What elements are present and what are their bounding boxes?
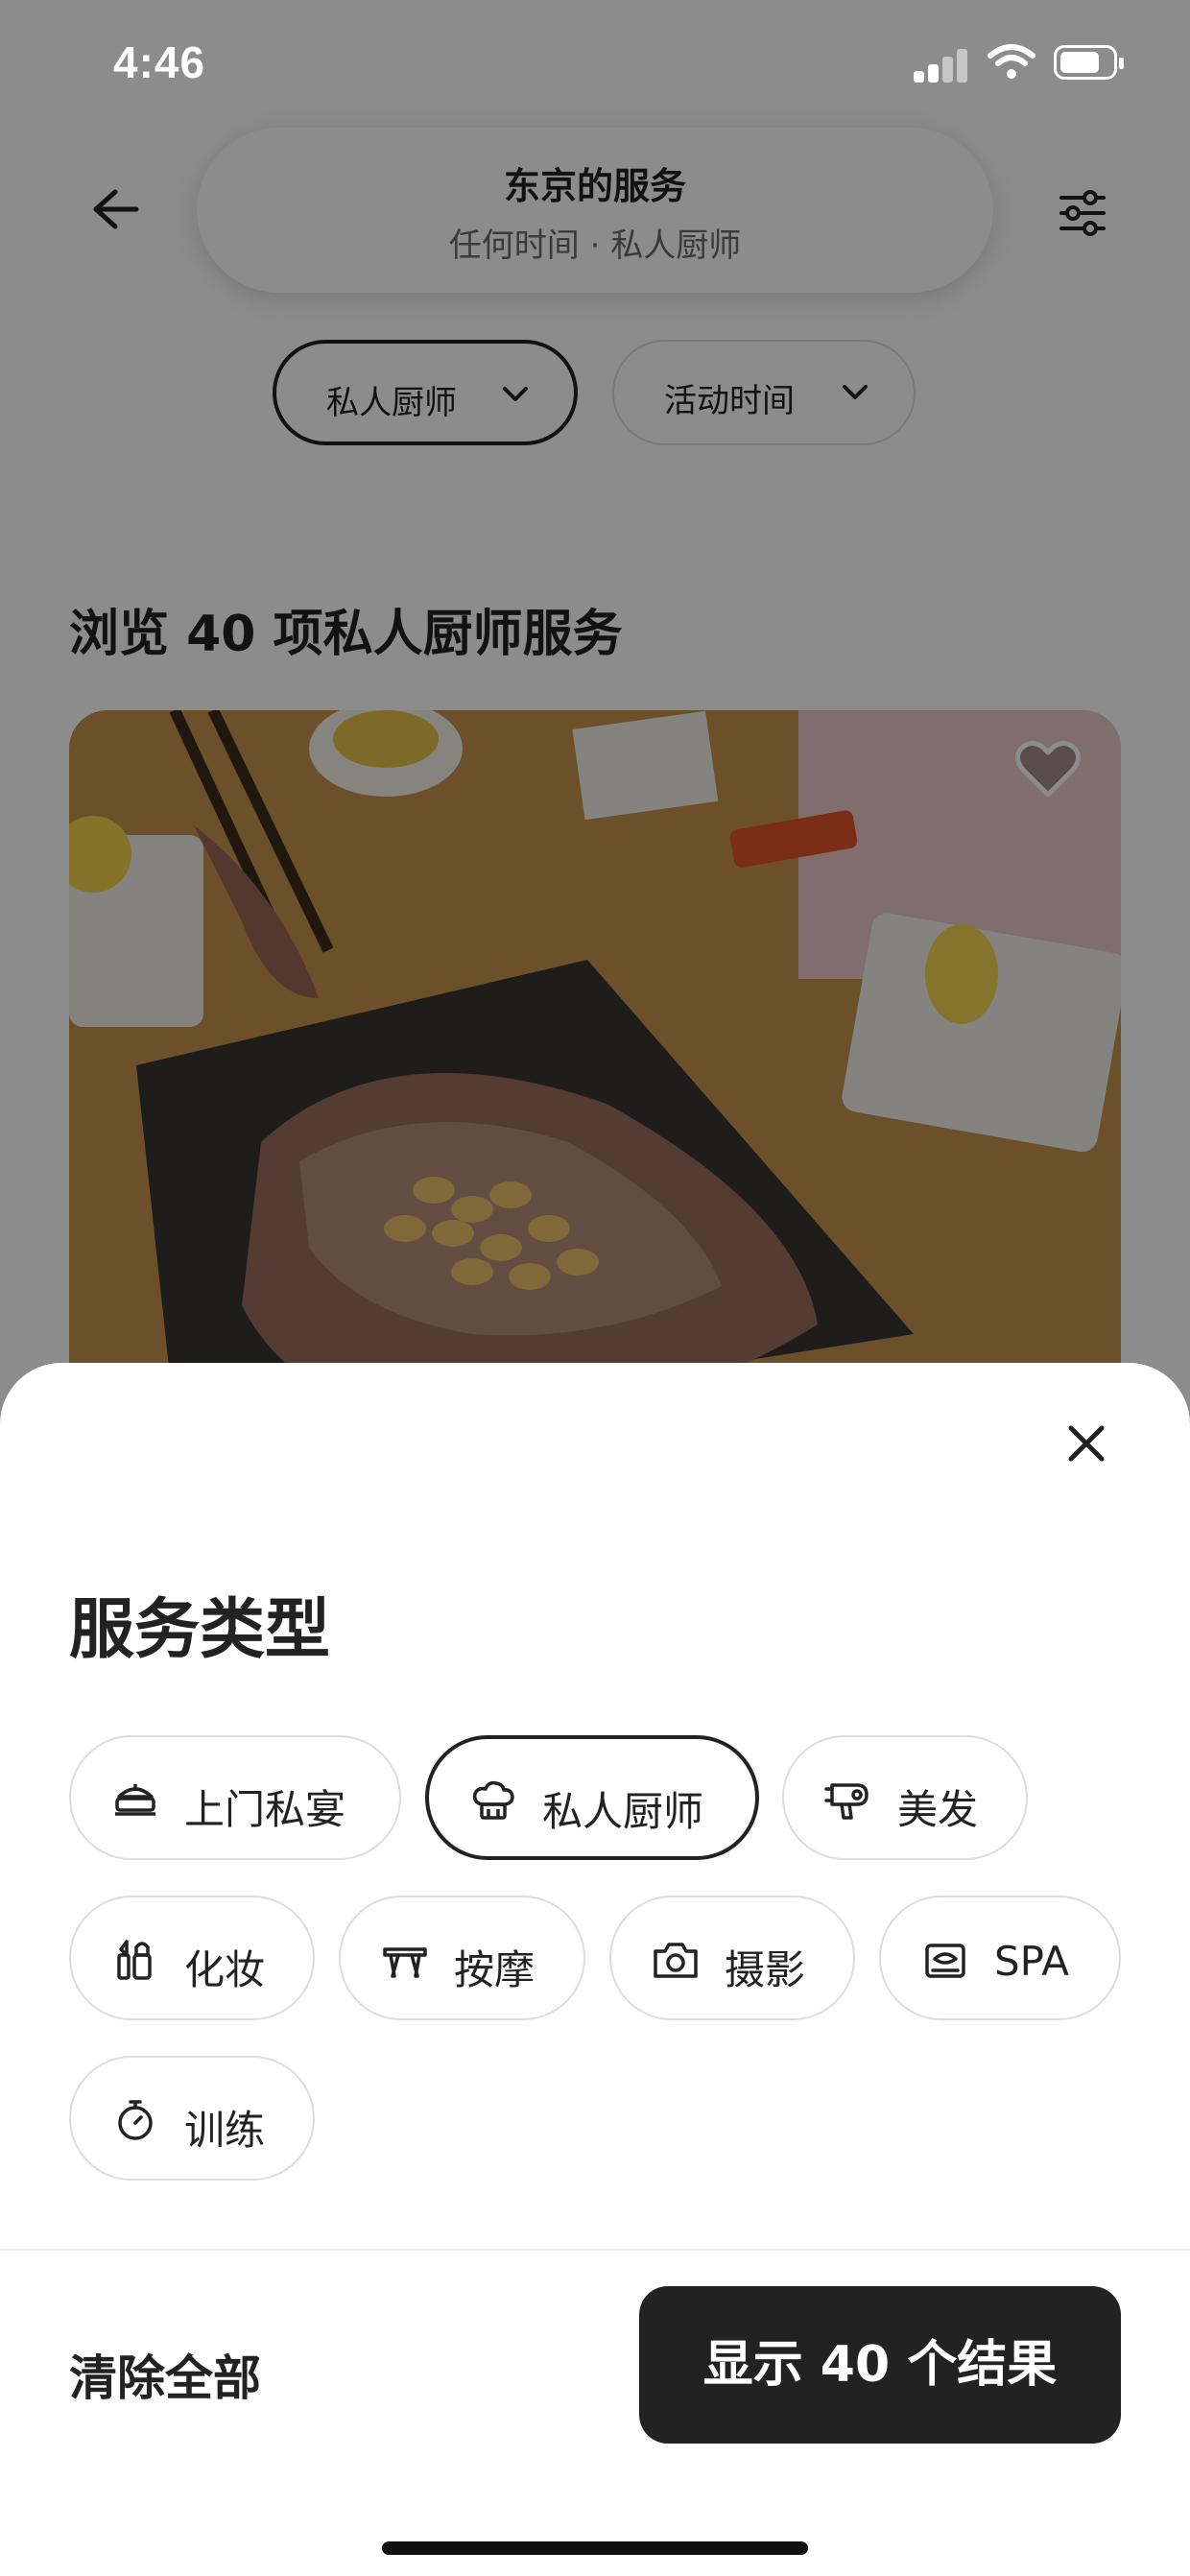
status-bar: 4:46	[0, 0, 1190, 125]
service-chip-massage[interactable]: 按摩	[339, 1896, 585, 2020]
cellular-signal-icon	[914, 46, 969, 83]
camera-icon	[654, 1943, 698, 1978]
spa-icon	[925, 1944, 965, 1978]
service-chip-label: 私人厨师	[542, 1788, 704, 1835]
service-chip-photography[interactable]: 摄影	[609, 1896, 855, 2020]
service-chip-catering[interactable]: 上门私宴	[69, 1735, 401, 1860]
service-chip-private-chef[interactable]: 私人厨师	[425, 1735, 759, 1860]
sheet-title: 服务类型	[69, 1592, 331, 1668]
sheet-footer-divider	[0, 2249, 1190, 2251]
chef-hat-icon	[472, 1780, 514, 1820]
service-chip-label: 化妆	[184, 1946, 266, 1993]
massage-table-icon	[383, 1947, 427, 1978]
battery-icon	[1054, 45, 1124, 80]
service-chip-hair[interactable]: 美发	[782, 1735, 1028, 1860]
service-chip-spa[interactable]: SPA	[879, 1896, 1121, 2020]
stopwatch-icon	[118, 2100, 153, 2140]
show-results-button[interactable]: 显示 40 个结果	[639, 2286, 1121, 2444]
wifi-icon	[988, 44, 1035, 79]
service-chip-label: 按摩	[454, 1946, 536, 1993]
clear-all-button[interactable]: 清除全部	[69, 2340, 261, 2409]
hair-dryer-icon	[824, 1783, 869, 1820]
close-icon[interactable]	[1065, 1422, 1107, 1465]
catering-icon	[115, 1784, 155, 1816]
service-chip-label: 摄影	[725, 1946, 806, 1993]
service-chip-label: 训练	[184, 2107, 266, 2154]
home-indicator[interactable]	[382, 2541, 808, 2555]
status-time: 4:46	[113, 37, 206, 87]
service-chip-training[interactable]: 训练	[69, 2056, 315, 2181]
service-chip-label: 美发	[897, 1786, 979, 1833]
service-chip-label: SPA	[994, 1938, 1070, 1985]
service-chip-label: 上门私宴	[184, 1786, 346, 1833]
service-chip-makeup[interactable]: 化妆	[69, 1896, 315, 2020]
makeup-icon	[117, 1940, 152, 1980]
